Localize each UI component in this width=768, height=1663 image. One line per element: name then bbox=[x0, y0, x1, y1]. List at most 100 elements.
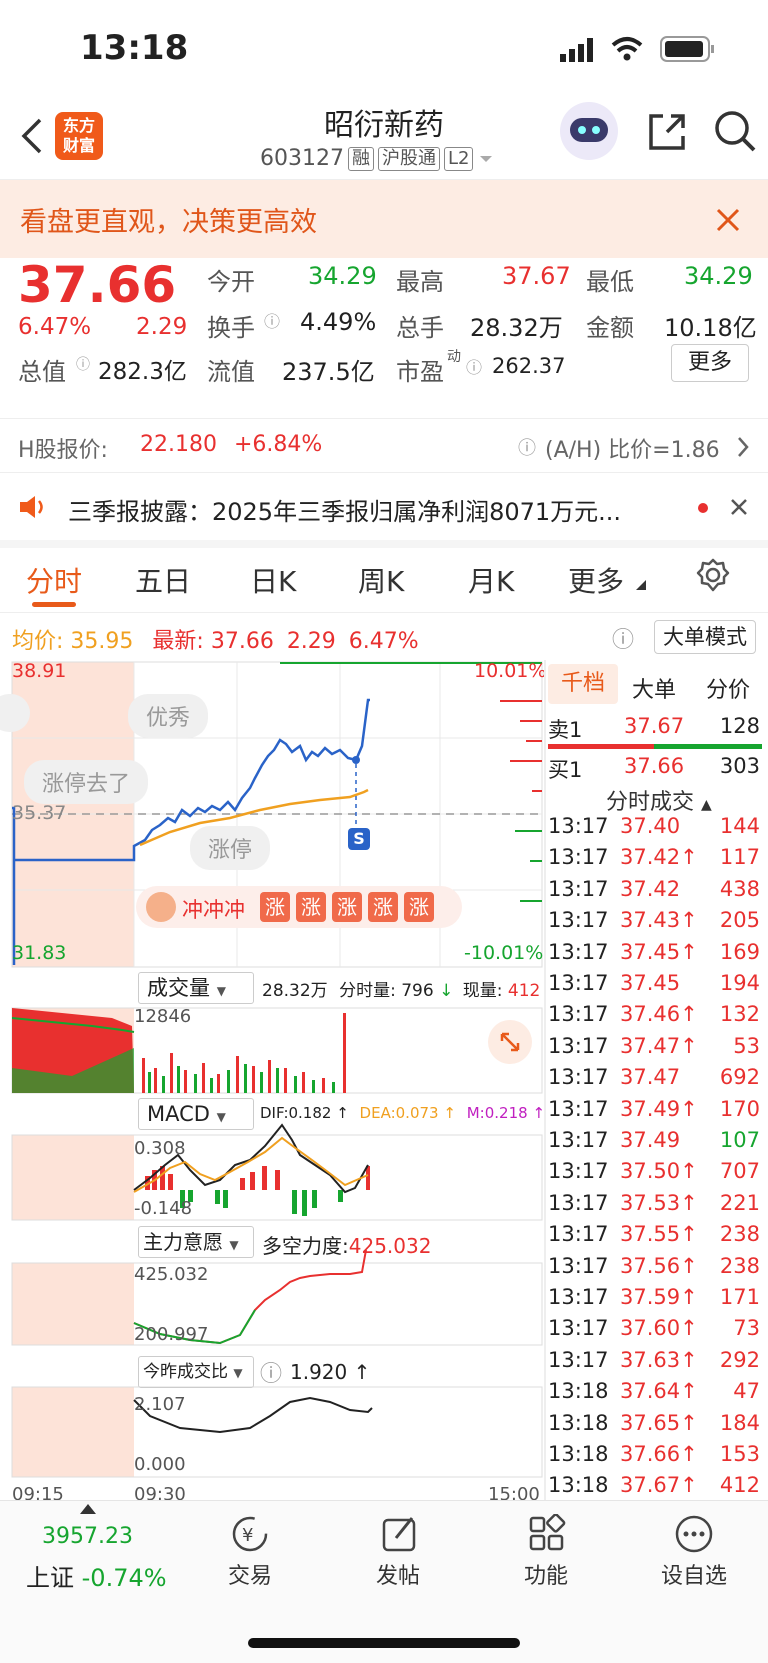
nav-trade[interactable]: 交易 bbox=[200, 1558, 300, 1590]
trade-row: 13:17 37.42 438 bbox=[546, 877, 762, 908]
pe-dynamic-label: 动 bbox=[447, 349, 461, 365]
trade-time: 13:17 bbox=[548, 1316, 609, 1341]
share-icon[interactable] bbox=[645, 110, 689, 154]
index-value[interactable]: 3957.23 bbox=[42, 1524, 133, 1549]
dropdown-icon[interactable] bbox=[477, 153, 495, 165]
pe-label: 市盈 bbox=[396, 358, 444, 386]
trade-row: 13:17 37.49↑ 170 bbox=[546, 1097, 762, 1128]
tab-depth[interactable]: 千档 bbox=[548, 664, 618, 704]
trade-price: 37.67↑ bbox=[620, 1473, 698, 1498]
tab-5day[interactable]: 五日 bbox=[135, 560, 191, 600]
expand-icon[interactable] bbox=[488, 1020, 532, 1064]
help-icon[interactable]: ⓘ bbox=[518, 434, 536, 460]
ask-bid-bar bbox=[548, 744, 654, 749]
macd-values: DIF:0.182 ↑ DEA:0.073 ↑ M:0.218 ↑ bbox=[260, 1104, 546, 1122]
info-icon[interactable]: ⓘ bbox=[76, 354, 90, 374]
bubble-comment[interactable]: 优秀 bbox=[128, 694, 209, 738]
trades-title[interactable]: 分时成交 ▲ bbox=[606, 784, 712, 816]
trade-volume: 184 bbox=[719, 1410, 760, 1435]
trade-time: 13:18 bbox=[548, 1442, 609, 1466]
ratio-bottom: 0.000 bbox=[134, 1454, 186, 1475]
tab-underline bbox=[32, 602, 76, 607]
rush-tag: 涨 bbox=[296, 892, 326, 922]
trade-volume: 238 bbox=[719, 1253, 760, 1278]
close-icon[interactable] bbox=[730, 498, 748, 516]
tab-big-order[interactable]: 大单 bbox=[632, 672, 676, 704]
indicator-select-volume[interactable]: 成交量 ▼ bbox=[138, 972, 254, 1004]
tab-weekly-k[interactable]: 周K bbox=[358, 560, 404, 600]
tab-daily-k[interactable]: 日K bbox=[250, 560, 296, 600]
trade-time: 13:17 bbox=[548, 1002, 609, 1027]
trade-time: 13:17 bbox=[548, 1253, 609, 1278]
tab-intraday[interactable]: 分时 bbox=[26, 560, 82, 600]
float-value: 237.5亿 bbox=[282, 358, 375, 386]
tab-monthly-k[interactable]: 月K bbox=[468, 560, 514, 600]
bubble-comment[interactable]: 涨停 bbox=[190, 826, 271, 870]
trade-time: 13:17 bbox=[548, 876, 609, 901]
trade-row: 13:18 37.66↑ 153 bbox=[546, 1442, 762, 1473]
h-share-pct: +6.84% bbox=[234, 432, 323, 457]
macd-dea: DEA:0.073 bbox=[359, 1104, 439, 1122]
nav-function[interactable]: 功能 bbox=[496, 1558, 596, 1590]
index-summary[interactable]: 上证 -0.74% bbox=[26, 1558, 167, 1593]
tab-more[interactable]: 更多 bbox=[568, 560, 624, 600]
nav-post[interactable]: 发帖 bbox=[348, 1558, 448, 1590]
h-share-row[interactable]: H股报价: 22.180 +6.84% ⓘ (A/H) 比价=1.86 bbox=[0, 420, 768, 472]
more-button[interactable]: 更多 bbox=[671, 344, 749, 382]
trade-time: 13:17 bbox=[548, 1065, 609, 1090]
trade-volume: 171 bbox=[719, 1285, 760, 1309]
trade-row: 13:17 37.45 194 bbox=[546, 971, 762, 1002]
rush-tag: 涨 bbox=[260, 892, 290, 922]
trade-price: 37.49↑ bbox=[620, 1096, 698, 1121]
home-indicator bbox=[248, 1638, 520, 1648]
tag-margin: 融 bbox=[347, 146, 374, 171]
trade-price: 37.59↑ bbox=[620, 1285, 698, 1309]
turnover-value: 4.49% bbox=[300, 308, 377, 336]
current-point bbox=[352, 756, 360, 764]
help-icon[interactable]: ⓘ bbox=[260, 1356, 282, 1388]
bubble-comment[interactable]: 涨停去了 bbox=[24, 760, 149, 804]
signal-marker[interactable]: S bbox=[348, 828, 370, 850]
news-ticker[interactable]: 三季报披露：2025年三季报归属净利润8071万元... bbox=[0, 474, 768, 540]
gear-icon[interactable] bbox=[696, 558, 730, 592]
trade-price: 37.63↑ bbox=[620, 1347, 698, 1372]
trade-time: 13:18 bbox=[548, 1379, 609, 1404]
trade-volume: 170 bbox=[719, 1096, 760, 1121]
nav-add-watchlist[interactable]: 设自选 bbox=[644, 1558, 744, 1590]
index-pct: -0.74% bbox=[81, 1564, 167, 1592]
big-order-mode-button[interactable]: 大单模式 bbox=[654, 620, 756, 654]
premarket-shade bbox=[12, 1387, 134, 1477]
divider bbox=[0, 472, 768, 473]
trade-volume: 707 bbox=[719, 1159, 760, 1184]
volume-label: 总手 bbox=[396, 314, 444, 342]
last-pct: 6.47% bbox=[348, 629, 419, 654]
indicator-select-force[interactable]: 主力意愿 ▼ bbox=[138, 1226, 254, 1258]
volume-info: 28.32万 分时量: 796 ↓ 现量: 412 bbox=[262, 981, 541, 1001]
trade-row: 13:17 37.56↑ 238 bbox=[546, 1254, 762, 1285]
unread-dot bbox=[698, 503, 708, 513]
force-bottom: 200.997 bbox=[134, 1324, 209, 1345]
help-icon[interactable]: ⓘ bbox=[612, 622, 634, 654]
stock-header: 东方 财富 昭衍新药 603127 融 沪股通 L2 bbox=[0, 96, 768, 180]
indicator-select-macd[interactable]: MACD ▼ bbox=[138, 1098, 254, 1130]
tab-price-dist[interactable]: 分价 bbox=[706, 672, 750, 704]
trade-volume: 692 bbox=[719, 1065, 760, 1090]
trade-time: 13:17 bbox=[548, 939, 609, 964]
trades-title-text: 分时成交 bbox=[606, 790, 695, 815]
promo-banner[interactable]: 看盘更直观，决策更高效 bbox=[0, 180, 768, 258]
info-icon[interactable]: ⓘ bbox=[466, 354, 482, 378]
rush-bar[interactable]: 冲冲冲 涨 涨 涨 涨 涨 bbox=[136, 886, 462, 928]
trade-row: 13:17 37.53↑ 221 bbox=[546, 1191, 762, 1222]
close-icon[interactable] bbox=[716, 208, 740, 232]
robot-avatar-icon[interactable] bbox=[560, 102, 618, 160]
trade-row: 13:17 37.42↑ 117 bbox=[546, 845, 762, 876]
info-icon[interactable]: ⓘ bbox=[264, 308, 280, 332]
y-min-label: 31.83 bbox=[12, 942, 67, 964]
ratio-top: 2.107 bbox=[134, 1394, 186, 1415]
chevron-up-icon[interactable] bbox=[80, 1504, 96, 1514]
search-icon[interactable] bbox=[712, 108, 758, 154]
trade-time: 13:17 bbox=[548, 1347, 609, 1372]
rush-tag: 涨 bbox=[368, 892, 398, 922]
indicator-select-ratio[interactable]: 今昨成交比 ▼ bbox=[138, 1356, 254, 1388]
trade-volume: 169 bbox=[719, 939, 760, 964]
